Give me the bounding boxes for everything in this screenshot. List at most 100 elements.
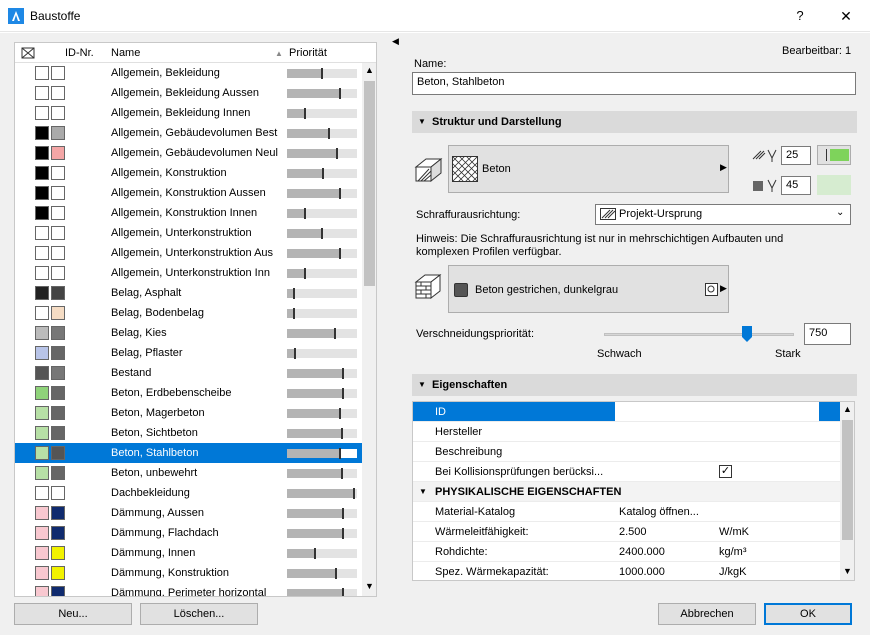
property-row-description[interactable]: Beschreibung: [413, 442, 840, 462]
background-pen-input[interactable]: 45: [781, 176, 811, 195]
close-button[interactable]: ✕: [826, 4, 866, 28]
priority-marker: [303, 108, 306, 119]
surface-swatch: [51, 546, 65, 560]
property-value[interactable]: 1000.000: [619, 566, 665, 578]
property-row-conductivity[interactable]: Wärmeleitfähigkeit: 2.500 W/mK: [413, 522, 840, 542]
list-row[interactable]: Allgemein, Konstruktion Innen: [15, 203, 362, 223]
surface-swatch: [51, 106, 65, 120]
list-row[interactable]: Dachbekleidung: [15, 483, 362, 503]
list-row[interactable]: Dämmung, Konstruktion: [15, 563, 362, 583]
list-row[interactable]: Allgemein, Konstruktion Aussen: [15, 183, 362, 203]
scroll-up-icon[interactable]: ▲: [843, 404, 852, 414]
list-row[interactable]: Dämmung, Innen: [15, 543, 362, 563]
intersection-priority-input[interactable]: 750: [804, 323, 851, 345]
intersection-slider-thumb[interactable]: [741, 326, 752, 342]
list-row[interactable]: Belag, Kies: [15, 323, 362, 343]
help-button[interactable]: ?: [782, 4, 818, 28]
surface-name: Beton gestrichen, dunkelgrau: [475, 284, 619, 296]
list-row[interactable]: Allgemein, Unterkonstruktion Aus: [15, 243, 362, 263]
catalog-link[interactable]: Katalog öffnen...: [619, 506, 699, 518]
section-structure-header[interactable]: ▼ Struktur und Darstellung: [412, 111, 857, 133]
scroll-down-icon[interactable]: ▼: [843, 566, 852, 576]
list-row[interactable]: Dämmung, Aussen: [15, 503, 362, 523]
scroll-thumb[interactable]: [364, 81, 375, 286]
list-row[interactable]: Allgemein, Unterkonstruktion Inn: [15, 263, 362, 283]
list-row[interactable]: Allgemein, Gebäudevolumen Best: [15, 123, 362, 143]
panel-divider[interactable]: [390, 33, 400, 635]
background-color-button[interactable]: [817, 175, 851, 195]
ok-button[interactable]: OK: [764, 603, 852, 625]
list-row[interactable]: Allgemein, Bekleidung: [15, 63, 362, 83]
material-list[interactable]: ID-Nr. Name ▲ Priorität Allgemein, Bekle…: [14, 42, 377, 597]
delete-button[interactable]: Löschen...: [140, 603, 258, 625]
list-scrollbar[interactable]: ▲ ▼: [362, 63, 376, 596]
surface-swatch: [51, 586, 65, 596]
list-row[interactable]: Belag, Bodenbelag: [15, 303, 362, 323]
id-column-header[interactable]: ID-Nr.: [65, 47, 94, 59]
scroll-thumb[interactable]: [842, 420, 853, 540]
cut-fill-swatch: [35, 186, 49, 200]
slider-weak-label: Schwach: [597, 348, 642, 360]
cut-fill-swatch: [35, 106, 49, 120]
scroll-down-icon[interactable]: ▼: [365, 581, 374, 591]
list-row[interactable]: Allgemein, Konstruktion: [15, 163, 362, 183]
fill-pen-input[interactable]: 25: [781, 146, 811, 165]
material-name: Allgemein, Unterkonstruktion Inn: [111, 267, 270, 279]
list-row[interactable]: Beton, unbewehrt: [15, 463, 362, 483]
title-bar: Baustoffe ? ✕: [0, 0, 870, 32]
list-row[interactable]: Beton, Sichtbeton: [15, 423, 362, 443]
cut-fill-swatch: [35, 306, 49, 320]
list-row[interactable]: Allgemein, Bekleidung Innen: [15, 103, 362, 123]
material-name: Belag, Pflaster: [111, 347, 183, 359]
property-row-heat-capacity[interactable]: Spez. Wärmekapazität: 1000.000 J/kgK: [413, 562, 840, 580]
list-row[interactable]: Allgemein, Gebäudevolumen Neul: [15, 143, 362, 163]
list-row[interactable]: Beton, Erdbebenscheibe: [15, 383, 362, 403]
surface-column-icon[interactable]: [21, 47, 35, 59]
collapse-left-icon[interactable]: ◀: [392, 36, 399, 47]
property-row-catalog[interactable]: Material-Katalog Katalog öffnen...: [413, 502, 840, 522]
new-button[interactable]: Neu...: [14, 603, 132, 625]
property-value[interactable]: 2.500: [619, 526, 647, 538]
list-row[interactable]: Dämmung, Perimeter horizontal: [15, 583, 362, 596]
cut-fill-swatch: [35, 146, 49, 160]
property-unit: kg/m³: [719, 546, 747, 558]
name-input[interactable]: Beton, Stahlbeton: [412, 72, 856, 95]
intersection-slider-track[interactable]: [604, 333, 794, 336]
priority-marker: [333, 328, 336, 339]
property-row-density[interactable]: Rohdichte: 2400.000 kg/m³: [413, 542, 840, 562]
collision-checkbox[interactable]: ✓: [719, 465, 732, 478]
priority-marker: [338, 448, 341, 459]
surface-selector[interactable]: Beton gestrichen, dunkelgrau ▶: [448, 265, 729, 313]
cut-fill-selector[interactable]: Beton ▶: [448, 145, 729, 193]
section-properties-header[interactable]: ▼ Eigenschaften: [412, 374, 857, 396]
priority-column-header[interactable]: Priorität: [289, 47, 327, 59]
list-row[interactable]: Allgemein, Unterkonstruktion: [15, 223, 362, 243]
property-row-id[interactable]: ID: [413, 402, 840, 422]
priority-marker: [321, 228, 323, 239]
property-value[interactable]: 2400.000: [619, 546, 665, 558]
priority-fill: [287, 449, 340, 458]
list-row[interactable]: Beton, Magerbeton: [15, 403, 362, 423]
properties-table[interactable]: ID Hersteller Beschreibung Bei Kollision…: [412, 401, 855, 581]
list-row[interactable]: Allgemein, Bekleidung Aussen: [15, 83, 362, 103]
material-name: Dachbekleidung: [111, 487, 190, 499]
list-row[interactable]: Belag, Pflaster: [15, 343, 362, 363]
surface-swatch: [51, 466, 65, 480]
list-row[interactable]: Bestand: [15, 363, 362, 383]
properties-scrollbar[interactable]: ▲ ▼: [840, 402, 854, 580]
cancel-button[interactable]: Abbrechen: [658, 603, 756, 625]
name-column-header[interactable]: Name: [111, 47, 140, 59]
fill-orientation-dropdown[interactable]: Projekt-Ursprung ⌄: [595, 204, 851, 225]
priority-marker: [314, 548, 316, 559]
physical-properties-header[interactable]: ▼ PHYSIKALISCHE EIGENSCHAFTEN: [413, 482, 840, 502]
property-row-collision[interactable]: Bei Kollisionsprüfungen berücksi... ✓: [413, 462, 840, 482]
list-row[interactable]: Dämmung, Flachdach: [15, 523, 362, 543]
list-row[interactable]: Belag, Asphalt: [15, 283, 362, 303]
list-row[interactable]: Beton, Stahlbeton: [15, 443, 362, 463]
surface-color-swatch: [454, 283, 468, 297]
fill-foreground-color-button[interactable]: [817, 145, 851, 165]
material-name: Allgemein, Bekleidung: [111, 67, 220, 79]
property-row-manufacturer[interactable]: Hersteller: [413, 422, 840, 442]
scroll-up-icon[interactable]: ▲: [365, 65, 374, 75]
priority-marker: [342, 508, 344, 519]
